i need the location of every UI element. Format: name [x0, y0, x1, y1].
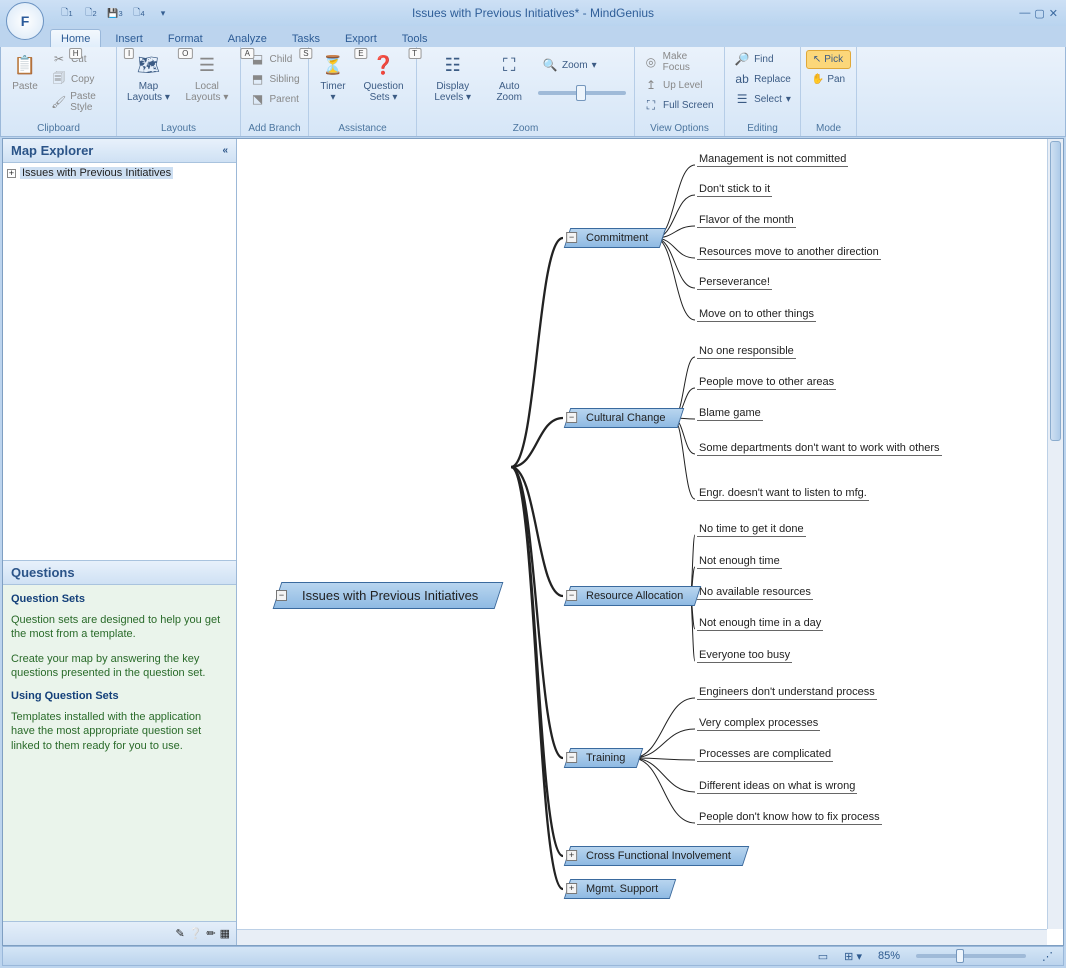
tab-export[interactable]: ExportE: [334, 29, 388, 47]
horizontal-scrollbar[interactable]: [237, 929, 1047, 945]
mindmap-leaf[interactable]: People don't know how to fix process: [697, 811, 882, 825]
tree-item[interactable]: + Issues with Previous Initiatives: [7, 167, 232, 179]
grid-icon[interactable]: ▦: [220, 927, 230, 940]
map-explorer-header: Map Explorer «: [3, 139, 236, 163]
zoom-slider[interactable]: [538, 91, 626, 95]
zoom-button[interactable]: 🔍Zoom ▾: [538, 55, 626, 75]
sibling-button: ⬒Sibling: [245, 69, 303, 89]
collapse-icon[interactable]: «: [222, 145, 228, 156]
tab-tasks[interactable]: TasksS: [281, 29, 331, 47]
questions-toolbar: ✎ ❔ ✏ ▦: [3, 921, 236, 945]
copy-button: 🗐Copy: [47, 69, 112, 89]
help-icon[interactable]: ❔: [189, 927, 203, 940]
mindmap-branch-node[interactable]: −Resource Allocation: [564, 586, 702, 606]
maximize-button[interactable]: ▢: [1034, 7, 1044, 20]
mindmap-leaf[interactable]: Very complex processes: [697, 717, 820, 731]
mindmap-branch-node[interactable]: −Commitment: [564, 228, 667, 248]
layout-icon[interactable]: ⊞ ▾: [844, 950, 862, 963]
tab-tools[interactable]: ToolsT: [391, 29, 439, 47]
quick-access-toolbar: 🗋1 🗋2 💾3 🗋4 ▾: [56, 3, 174, 23]
mindmap-canvas[interactable]: −Issues with Previous Initiatives −Commit…: [237, 139, 1063, 945]
find-button[interactable]: 🔎Find: [730, 49, 795, 69]
mindmap-leaf[interactable]: People move to other areas: [697, 376, 836, 390]
tab-format[interactable]: FormatO: [157, 29, 214, 47]
pencil-icon[interactable]: ✎: [175, 927, 184, 940]
up-level-button: ↥Up Level: [639, 75, 720, 95]
mindmap-branch-node[interactable]: +Cross Functional Involvement: [564, 846, 749, 866]
mindmap-leaf[interactable]: Everyone too busy: [697, 649, 792, 663]
mindmap-leaf[interactable]: Move on to other things: [697, 308, 816, 322]
auto-zoom-button[interactable]: ⛶Auto Zoom: [486, 49, 532, 105]
ribbon: 📋Paste ✂Cut 🗐Copy 🖌Paste Style Clipboard…: [0, 47, 1066, 137]
mindmap-leaf[interactable]: Some departments don't want to work with…: [697, 442, 942, 456]
mindmap-leaf[interactable]: Engineers don't understand process: [697, 686, 877, 700]
mindmap-leaf[interactable]: Perseverance!: [697, 276, 772, 290]
sidebar: Map Explorer « + Issues with Previous In…: [3, 139, 237, 945]
replace-button[interactable]: abReplace: [730, 69, 795, 89]
window-title: Issues with Previous Initiatives* - Mind…: [412, 6, 654, 20]
paste-style-button: 🖌Paste Style: [47, 89, 112, 115]
mindmap-leaf[interactable]: No available resources: [697, 586, 813, 600]
mindmap-leaf[interactable]: No time to get it done: [697, 523, 806, 537]
select-button[interactable]: ☰Select ▾: [730, 89, 795, 109]
full-screen-button[interactable]: ⛶Full Screen: [639, 95, 720, 115]
mindmap-leaf[interactable]: Different ideas on what is wrong: [697, 780, 857, 794]
mindmap-leaf[interactable]: No one responsible: [697, 345, 796, 359]
mindmap-leaf[interactable]: Engr. doesn't want to listen to mfg.: [697, 487, 869, 501]
minimize-button[interactable]: —: [1019, 7, 1030, 20]
questions-header: Questions: [3, 561, 236, 585]
mindmap-leaf[interactable]: Not enough time in a day: [697, 617, 823, 631]
view-icon[interactable]: ▭: [818, 950, 828, 963]
map-explorer-tree[interactable]: + Issues with Previous Initiatives: [3, 163, 236, 561]
mindmap-branch-node[interactable]: −Cultural Change: [564, 408, 684, 428]
qat-more[interactable]: ▾: [152, 3, 174, 23]
workspace: Map Explorer « + Issues with Previous In…: [2, 138, 1064, 946]
mindmap-root-node[interactable]: −Issues with Previous Initiatives: [273, 582, 504, 609]
qat-item[interactable]: 🗋2: [80, 3, 102, 23]
display-levels-button[interactable]: ☷Display Levels ▾: [421, 49, 484, 105]
tab-home[interactable]: HomeH: [50, 29, 101, 47]
pan-mode-button[interactable]: ✋Pan: [806, 71, 851, 88]
pick-mode-button[interactable]: ↖Pick: [806, 50, 851, 69]
mindmap-branch-node[interactable]: +Mgmt. Support: [564, 879, 677, 899]
expand-icon[interactable]: +: [7, 169, 16, 178]
parent-button: ⬔Parent: [245, 89, 303, 109]
mindmap-leaf[interactable]: Resources move to another direction: [697, 246, 881, 260]
qat-item[interactable]: 🗋4: [128, 3, 150, 23]
title-bar: F 🗋1 🗋2 💾3 🗋4 ▾ Issues with Previous Ini…: [0, 0, 1066, 26]
qat-item[interactable]: 💾3: [104, 3, 126, 23]
zoom-slider-status[interactable]: [916, 954, 1026, 958]
qat-item[interactable]: 🗋1: [56, 3, 78, 23]
tab-insert[interactable]: InsertI: [104, 29, 154, 47]
paste-button: 📋Paste: [5, 49, 45, 94]
mindmap-leaf[interactable]: Not enough time: [697, 555, 782, 569]
zoom-level[interactable]: 85%: [878, 950, 900, 962]
mindmap-leaf[interactable]: Blame game: [697, 407, 763, 421]
mindmap-branch-node[interactable]: −Training: [564, 748, 644, 768]
app-menu-button[interactable]: F: [6, 2, 44, 40]
mindmap-leaf[interactable]: Management is not committed: [697, 153, 848, 167]
mindmap-leaf[interactable]: Processes are complicated: [697, 748, 833, 762]
tab-analyze[interactable]: AnalyzeA: [217, 29, 278, 47]
edit-icon[interactable]: ✏: [206, 927, 215, 940]
resize-grip-icon[interactable]: ⋰: [1042, 950, 1053, 963]
questions-panel: Question Sets Question sets are designed…: [3, 585, 236, 921]
make-focus-button: ◎Make Focus: [639, 49, 720, 75]
status-bar: ▭ ⊞ ▾ 85% ⋰: [2, 946, 1064, 966]
mindmap-leaf[interactable]: Flavor of the month: [697, 214, 796, 228]
child-button: ⬓Child: [245, 49, 303, 69]
vertical-scrollbar[interactable]: [1047, 139, 1063, 929]
mindmap-leaf[interactable]: Don't stick to it: [697, 183, 772, 197]
close-button[interactable]: ✕: [1049, 7, 1058, 20]
ribbon-tabs: HomeHInsertIFormatOAnalyzeATasksSExportE…: [0, 26, 1066, 47]
timer-button[interactable]: ⏳Timer ▾: [313, 49, 353, 105]
